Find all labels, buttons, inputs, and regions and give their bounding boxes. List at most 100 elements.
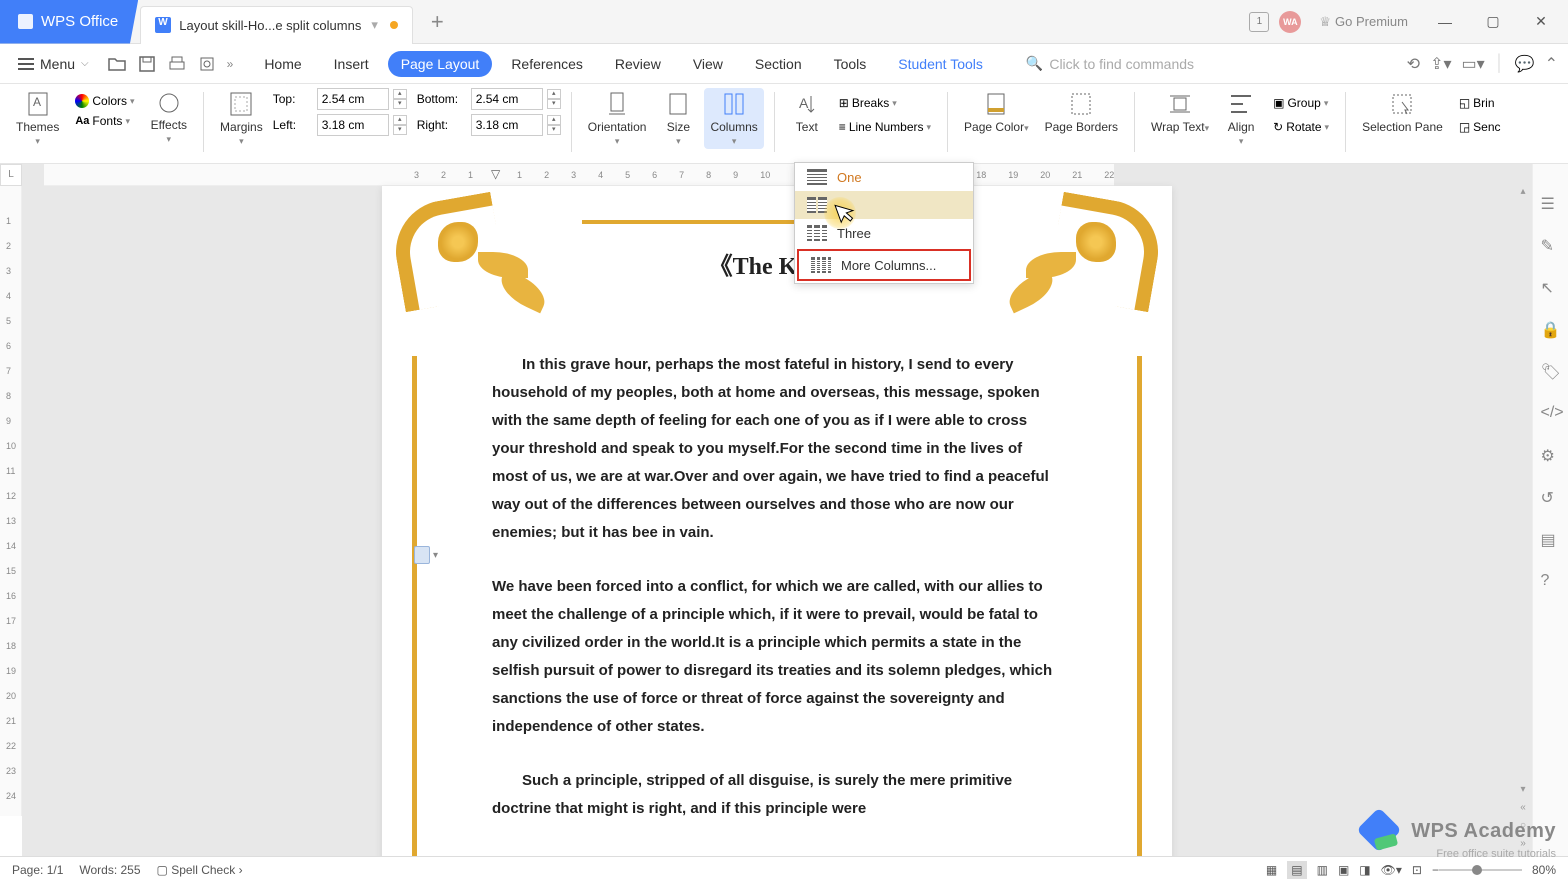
fonts-button[interactable]: AaFonts▾	[71, 112, 138, 130]
vertical-scrollbar[interactable]: ▴ ▾ « ○ »	[1514, 186, 1532, 856]
history-icon[interactable]: ↺	[1541, 488, 1561, 508]
bring-button[interactable]: ◱Brin	[1455, 94, 1505, 112]
tab-page-layout[interactable]: Page Layout	[388, 51, 493, 77]
view-icon-2[interactable]: ▤	[1287, 861, 1306, 879]
themes-button[interactable]: A Themes▾	[10, 88, 65, 149]
page-indicator[interactable]: Page: 1/1	[12, 863, 63, 877]
indent-marker-icon[interactable]: ▽	[491, 167, 500, 181]
tab-section[interactable]: Section	[742, 51, 815, 77]
pencil-icon[interactable]: ✎	[1541, 236, 1561, 256]
help-icon[interactable]: ?	[1541, 572, 1561, 592]
wrap-text-button[interactable]: Wrap Text▾	[1145, 88, 1215, 136]
tab-insert[interactable]: Insert	[321, 51, 382, 77]
fit-icon[interactable]: ⊡	[1412, 863, 1422, 877]
page-borders-button[interactable]: Page Borders	[1039, 88, 1124, 136]
columns-two[interactable]: Two	[795, 191, 973, 219]
columns-more[interactable]: More Columns...	[797, 249, 971, 281]
tab-references[interactable]: References	[498, 51, 596, 77]
zoom-out-icon[interactable]: −	[1432, 863, 1439, 877]
line-numbers-button[interactable]: ≡Line Numbers▾	[835, 118, 935, 136]
orientation-label: Orientation	[588, 120, 647, 134]
left-spinner[interactable]: ▴▾	[393, 115, 407, 135]
page-indicator[interactable]: 1	[1249, 12, 1269, 32]
layout-icon[interactable]: ▤	[1541, 530, 1561, 550]
mode-icon[interactable]: ▭▾	[1462, 54, 1485, 74]
qat-more-icon[interactable]: »	[227, 57, 234, 71]
columns-button[interactable]: Columns▾	[704, 88, 763, 149]
columns-three[interactable]: Three	[795, 219, 973, 247]
app-badge[interactable]: WPS Office	[0, 0, 138, 44]
align-button[interactable]: Align▾	[1219, 88, 1263, 149]
cursor-icon[interactable]: ↖	[1541, 278, 1561, 298]
save-icon[interactable]	[137, 54, 157, 74]
sliders-icon[interactable]: ⚙	[1541, 446, 1561, 466]
preview-icon[interactable]	[197, 54, 217, 74]
size-button[interactable]: Size▾	[656, 88, 700, 149]
tab-view[interactable]: View	[680, 51, 736, 77]
colors-button[interactable]: Colors▾	[71, 92, 138, 110]
effects-button[interactable]: Effects▾	[145, 88, 193, 147]
send-icon: ◲	[1459, 120, 1470, 134]
minimize-button[interactable]: —	[1426, 6, 1464, 38]
zoom-value[interactable]: 80%	[1532, 863, 1556, 877]
maximize-button[interactable]: ▢	[1474, 6, 1512, 38]
eye-icon[interactable]: 👁▾	[1381, 863, 1402, 877]
open-icon[interactable]	[107, 54, 127, 74]
tab-review[interactable]: Review	[602, 51, 674, 77]
view-icon-3[interactable]: ▥	[1317, 863, 1328, 877]
spell-check[interactable]: ▢ Spell Check ›	[157, 863, 243, 877]
scroll-down-icon[interactable]: ▾	[1514, 784, 1532, 802]
canvas[interactable]: 321 ▽ 1234 5678 910 17181920 2122 《The K…	[22, 164, 1532, 856]
document-tab[interactable]: Layout skill-Ho...e split columns ▾	[140, 6, 413, 44]
tab-home[interactable]: Home	[251, 51, 314, 77]
code-icon[interactable]: </>	[1541, 404, 1561, 424]
bottom-spinner[interactable]: ▴▾	[547, 89, 561, 109]
lock-icon[interactable]: 🔒	[1541, 320, 1561, 340]
hamburger-icon[interactable]: ☰	[1541, 194, 1561, 214]
breaks-icon: ⊞	[839, 96, 849, 110]
close-button[interactable]: ✕	[1522, 6, 1560, 38]
selection-pane-button[interactable]: Selection Pane	[1356, 88, 1449, 136]
textdir-button[interactable]: A Text	[785, 88, 829, 136]
margins-icon	[227, 90, 255, 118]
breaks-button[interactable]: ⊞Breaks▾	[835, 94, 935, 112]
margin-left-input[interactable]	[317, 114, 389, 136]
margin-bottom-input[interactable]	[471, 88, 543, 110]
group-button[interactable]: ▣Group▾	[1269, 94, 1333, 112]
columns-one[interactable]: One	[795, 163, 973, 191]
page-color-button[interactable]: Page Color▾	[958, 88, 1035, 136]
sync-icon[interactable]: ⟲	[1407, 54, 1420, 74]
orientation-button[interactable]: Orientation▾	[582, 88, 653, 149]
share-icon[interactable]: ⇪▾	[1430, 54, 1451, 74]
margin-top-input[interactable]	[317, 88, 389, 110]
right-sidebar: ☰ ✎ ↖ 🔒 🏷 </> ⚙ ↺ ▤ ?	[1532, 164, 1568, 856]
overflow-icon[interactable]: ▾	[371, 17, 378, 33]
view-icon-5[interactable]: ◨	[1359, 863, 1370, 877]
send-button[interactable]: ◲Senc	[1455, 118, 1505, 136]
scroll-up-icon[interactable]: ▴	[1514, 186, 1532, 204]
right-spinner[interactable]: ▴▾	[547, 115, 561, 135]
word-count[interactable]: Words: 255	[79, 863, 140, 877]
tab-tools[interactable]: Tools	[821, 51, 880, 77]
top-spinner[interactable]: ▴▾	[393, 89, 407, 109]
main-menu-button[interactable]: Menu ⌵	[10, 56, 97, 72]
new-tab-button[interactable]: +	[431, 9, 444, 35]
ruler-corner[interactable]: L	[0, 164, 22, 186]
document-page[interactable]: 《The King's ▾ In this grave hour, perhap…	[382, 186, 1172, 856]
vertical-ruler[interactable]: 1234 5678 9101112 13141516 17181920 2122…	[0, 186, 22, 816]
rotate-button[interactable]: ↻Rotate▾	[1269, 118, 1333, 136]
view-icon-4[interactable]: ▣	[1338, 863, 1349, 877]
zoom-slider[interactable]: −	[1432, 863, 1522, 877]
margins-button[interactable]: Margins▾	[214, 88, 269, 149]
view-icon-1[interactable]: ▦	[1266, 863, 1277, 877]
command-search[interactable]: 🔍 Click to find commands	[1026, 55, 1194, 72]
go-premium-button[interactable]: ♕ Go Premium	[1311, 14, 1416, 30]
collapse-icon[interactable]: ⌃	[1545, 54, 1558, 74]
tag-icon[interactable]: 🏷	[1541, 362, 1561, 382]
tab-student-tools[interactable]: Student Tools	[885, 51, 996, 77]
user-avatar[interactable]: WA	[1279, 11, 1301, 33]
chat-icon[interactable]: 💬	[1515, 54, 1535, 74]
print-icon[interactable]	[167, 54, 187, 74]
paragraph-options-floater[interactable]: ▾	[414, 546, 438, 564]
margin-right-input[interactable]	[471, 114, 543, 136]
